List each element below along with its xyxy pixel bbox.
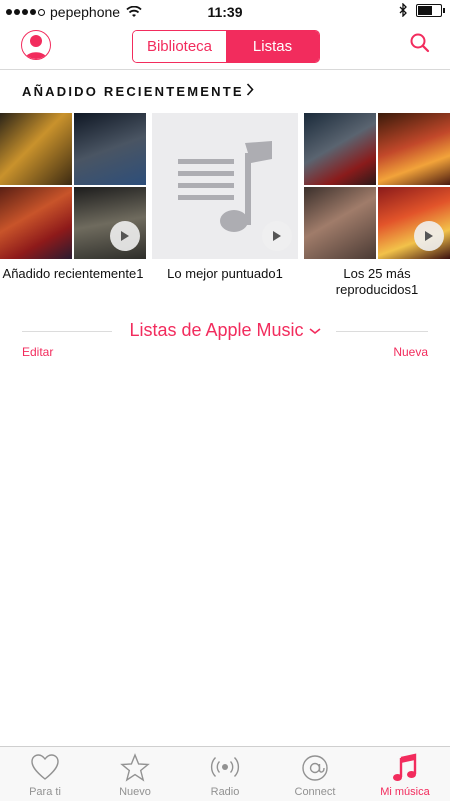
playlist-label[interactable]: Añadido recientemente1	[0, 266, 146, 282]
status-right	[399, 3, 445, 17]
album-art	[378, 187, 450, 259]
tab-label: Connect	[294, 786, 336, 798]
play-button[interactable]	[262, 221, 292, 251]
apple-music-header: Listas de Apple Music	[22, 320, 428, 344]
status-bar: pepephone 11:39	[0, 0, 450, 24]
search-icon[interactable]	[410, 33, 430, 53]
apple-music-title-text: Listas de Apple Music	[129, 320, 304, 340]
album-art	[304, 187, 376, 259]
segment-listas[interactable]: Listas	[226, 31, 319, 62]
album-art	[0, 113, 72, 185]
bluetooth-icon	[399, 3, 407, 17]
star-icon	[120, 753, 150, 782]
playlist-label[interactable]: Los 25 más reproducidos1	[304, 266, 450, 298]
edit-button[interactable]: Editar	[22, 345, 53, 359]
playlist-tile-recent[interactable]	[0, 113, 146, 259]
play-button[interactable]	[414, 221, 444, 251]
clock: 11:39	[207, 4, 243, 20]
tab-nuevo[interactable]: Nuevo	[90, 747, 180, 801]
play-button[interactable]	[110, 221, 140, 251]
playlist-label[interactable]: Lo mejor puntuado1	[152, 266, 298, 282]
radio-icon	[210, 757, 240, 777]
album-art	[378, 113, 450, 185]
apple-music-title[interactable]: Listas de Apple Music	[22, 320, 428, 341]
battery-icon	[416, 3, 445, 17]
album-art	[74, 187, 146, 259]
tab-connect[interactable]: Connect	[270, 747, 360, 801]
heart-icon	[31, 754, 59, 780]
playlist-tile-top-25[interactable]	[304, 113, 450, 259]
play-icon	[273, 231, 281, 241]
nav-bar: Biblioteca Listas	[0, 24, 450, 70]
tab-bar: Para ti Nuevo Radio Connect Mi música	[0, 746, 450, 801]
chevron-right-icon[interactable]	[246, 83, 254, 96]
tab-label: Para ti	[29, 786, 61, 798]
album-art	[0, 187, 72, 259]
tab-mi-musica[interactable]: Mi música	[360, 747, 450, 801]
section-title[interactable]: AÑADIDO RECIENTEMENTE	[22, 84, 244, 99]
tab-label: Mi música	[380, 786, 430, 798]
play-icon	[121, 231, 129, 241]
playlist-tiles: Añadido recientemente1 Lo mejor puntuado…	[0, 113, 450, 297]
tab-radio[interactable]: Radio	[180, 747, 270, 801]
play-icon	[425, 231, 433, 241]
new-playlist-button[interactable]: Nueva	[393, 345, 428, 359]
album-art	[304, 113, 376, 185]
tab-label: Nuevo	[119, 786, 151, 798]
playlist-tile-top-rated[interactable]	[152, 113, 298, 259]
chevron-down-icon	[309, 328, 321, 335]
album-art	[74, 113, 146, 185]
tab-label: Radio	[210, 786, 240, 798]
library-segmented-control: Biblioteca Listas	[132, 30, 320, 63]
profile-avatar-icon[interactable]	[21, 30, 51, 60]
tab-para-ti[interactable]: Para ti	[0, 747, 90, 801]
segment-biblioteca[interactable]: Biblioteca	[133, 31, 226, 62]
at-icon	[302, 755, 328, 781]
music-note-icon	[393, 753, 417, 781]
